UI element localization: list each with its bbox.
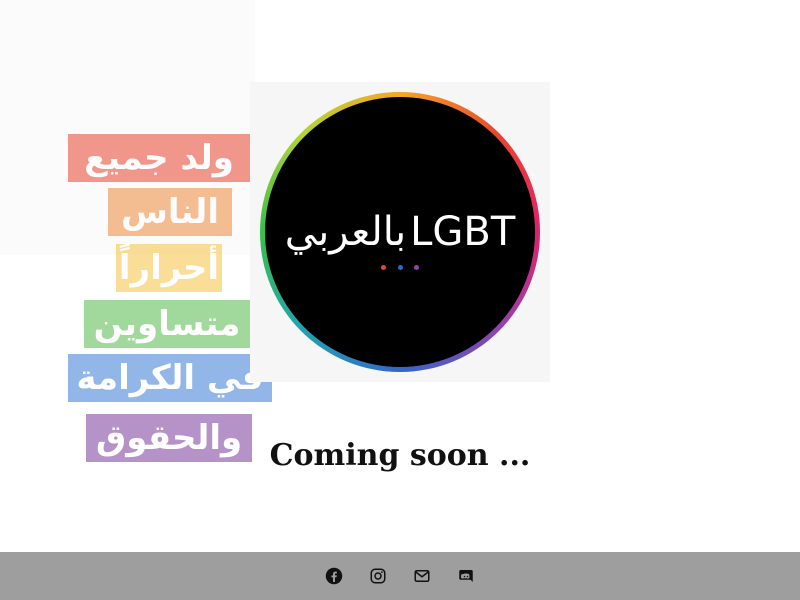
poster-line-3: أحراراً: [116, 244, 222, 292]
page-title: Coming soon ...: [269, 438, 531, 473]
logo-circle: بالعربي LGBT: [265, 97, 535, 367]
email-icon[interactable]: [413, 567, 431, 585]
instagram-icon[interactable]: [369, 567, 387, 585]
logo: بالعربي LGBT: [250, 82, 550, 382]
poster-line-4: متساوين: [84, 300, 250, 348]
logo-dot-purple: [413, 265, 419, 270]
poster-line-1: ولد جميع: [68, 134, 250, 182]
logo-wordmark: بالعربي LGBT: [265, 209, 535, 255]
logo-dots: [265, 255, 535, 274]
poster-line-5: في الكرامة: [68, 354, 272, 402]
facebook-icon[interactable]: [325, 567, 343, 585]
logo-arabic-text: بالعربي: [284, 209, 407, 255]
discord-icon[interactable]: [457, 567, 475, 585]
poster-line-2: الناس: [108, 188, 232, 236]
logo-rainbow-ring: بالعربي LGBT: [260, 92, 540, 372]
logo-dot-red: [381, 265, 387, 270]
logo-latin-text: LGBT: [410, 209, 516, 255]
logo-dot-blue: [397, 265, 403, 270]
footer: [0, 552, 800, 600]
